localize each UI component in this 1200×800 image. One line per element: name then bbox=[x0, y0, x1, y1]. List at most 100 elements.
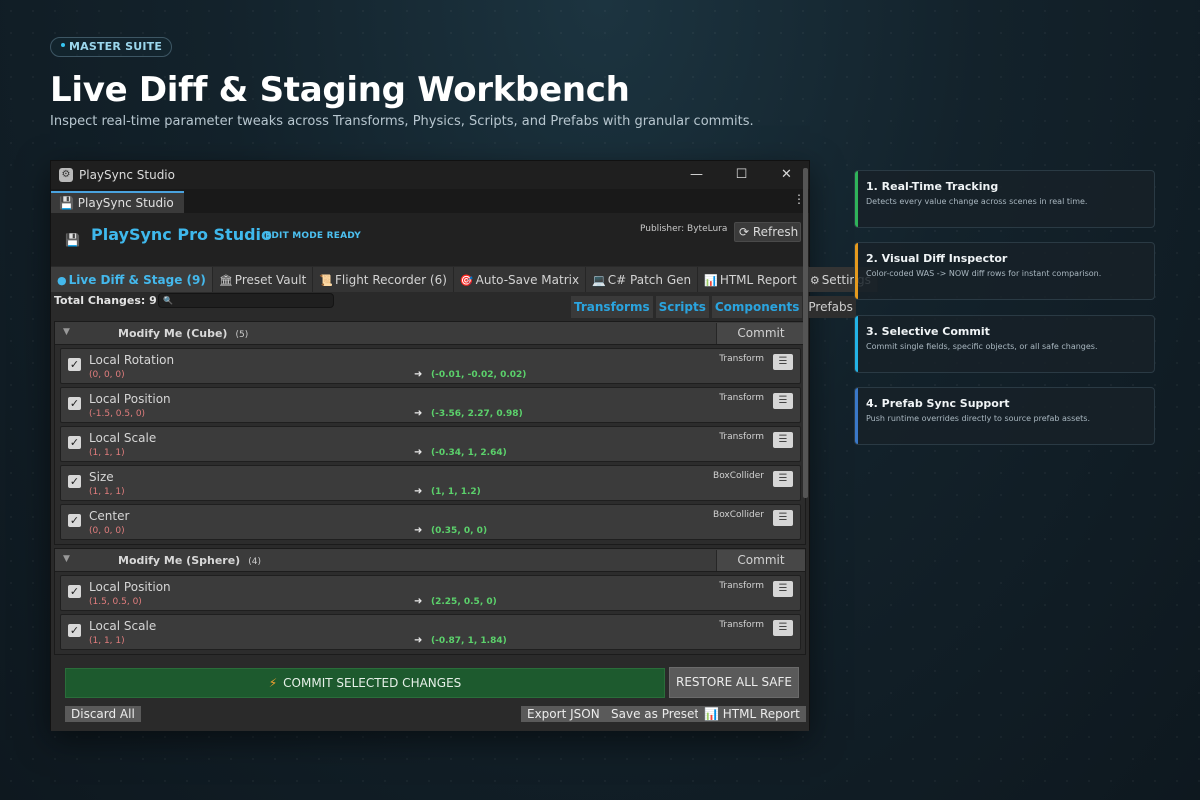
row-menu-icon[interactable]: ☰ bbox=[773, 432, 793, 448]
card-accent bbox=[855, 171, 858, 227]
card-description: Push runtime overrides directly to sourc… bbox=[866, 414, 1091, 423]
scrollbar[interactable] bbox=[803, 168, 808, 498]
group-header[interactable]: ▼ Modify Me (Cube) (5) Commit Object bbox=[55, 322, 805, 361]
feature-card: 1. Real-Time Tracking Detects every value… bbox=[854, 170, 1155, 228]
component-label: BoxCollider bbox=[713, 510, 764, 520]
tab-label: Flight Recorder (6) bbox=[335, 273, 447, 287]
tab-html-report[interactable]: 📊 HTML Report bbox=[698, 267, 804, 292]
disk-icon: 💾 bbox=[65, 233, 80, 247]
group-header[interactable]: ▼ Modify Me (Sphere) (4) Commit Object bbox=[55, 549, 805, 588]
filter-components[interactable]: Components bbox=[711, 296, 803, 318]
diff-row: ✓ Local Position (-1.5, 0.5, 0) ➜ (-3.56, 2.… bbox=[60, 387, 801, 423]
group-title: Modify Me (Sphere) bbox=[118, 554, 241, 567]
card-description: Commit single fields, specific objects, … bbox=[866, 342, 1098, 351]
field-name: Size bbox=[89, 470, 114, 484]
card-title: 2. Visual Diff Inspector bbox=[866, 252, 1008, 265]
refresh-button[interactable]: ⟳ Refresh bbox=[734, 222, 801, 242]
object-group: ▼ Modify Me (Cube) (5) Commit Object ✓ Local … bbox=[54, 321, 806, 545]
tab-c-patch-gen[interactable]: 💻 C# Patch Gen bbox=[586, 267, 699, 292]
now-value: (2.25, 0.5, 0) bbox=[431, 597, 497, 607]
tab-preset-vault[interactable]: 🏛 Preset Vault bbox=[212, 267, 314, 292]
document-tabstrip: 💾 PlaySync Studio ⋮ bbox=[51, 189, 809, 213]
filter-transforms[interactable]: Transforms bbox=[571, 296, 653, 318]
arrow-right-icon: ➜ bbox=[414, 525, 423, 536]
row-checkbox[interactable]: ✓ bbox=[68, 475, 81, 488]
card-title: 3. Selective Commit bbox=[866, 325, 990, 338]
arrow-right-icon: ➜ bbox=[414, 369, 423, 380]
commit-object-button[interactable]: Commit Object bbox=[716, 550, 805, 588]
field-name: Local Rotation bbox=[89, 353, 175, 367]
refresh-icon: ⟳ bbox=[739, 225, 753, 239]
arrow-right-icon: ➜ bbox=[414, 635, 423, 646]
row-checkbox[interactable]: ✓ bbox=[68, 514, 81, 527]
group-title: Modify Me (Cube) bbox=[118, 327, 228, 340]
row-checkbox[interactable]: ✓ bbox=[68, 624, 81, 637]
tab-auto-save-matrix[interactable]: 🎯 Auto-Save Matrix bbox=[453, 267, 587, 292]
row-checkbox[interactable]: ✓ bbox=[68, 358, 81, 371]
row-checkbox[interactable]: ✓ bbox=[68, 436, 81, 449]
tab-label: Live Diff & Stage (9) bbox=[68, 273, 206, 287]
document-tab-label: PlaySync Studio bbox=[77, 196, 174, 210]
app-window: ⚙ PlaySync Studio — ☐ ✕ 💾 PlaySync Studi… bbox=[50, 160, 878, 731]
row-menu-icon[interactable]: ☰ bbox=[773, 354, 793, 370]
search-input[interactable]: 🔍 bbox=[158, 293, 334, 308]
row-menu-icon[interactable]: ☰ bbox=[773, 471, 793, 487]
row-checkbox[interactable]: ✓ bbox=[68, 397, 81, 410]
row-menu-icon[interactable]: ☰ bbox=[773, 620, 793, 636]
publisher-label: Publisher: ByteLura bbox=[640, 224, 728, 234]
card-description: Detects every value change across scenes… bbox=[866, 197, 1088, 206]
document-tab[interactable]: 💾 PlaySync Studio bbox=[51, 191, 184, 213]
commit-selected-label: COMMIT SELECTED CHANGES bbox=[283, 676, 462, 690]
tab-label: Preset Vault bbox=[234, 273, 307, 287]
maximize-icon[interactable]: ☐ bbox=[719, 161, 764, 189]
card-description: Color-coded WAS -> NOW diff rows for ins… bbox=[866, 269, 1102, 278]
restore-all-button[interactable]: RESTORE ALL SAFE bbox=[669, 667, 799, 698]
group-name: Modify Me (Cube) (5) bbox=[118, 327, 248, 340]
tab-label: Auto-Save Matrix bbox=[475, 273, 580, 287]
tab-icon: ● bbox=[57, 274, 67, 287]
component-label: Transform bbox=[719, 581, 764, 591]
filter-prefabs[interactable]: Prefabs bbox=[805, 296, 856, 318]
minimize-icon[interactable]: — bbox=[674, 161, 719, 189]
now-value: (-0.34, 1, 2.64) bbox=[431, 448, 507, 458]
row-checkbox[interactable]: ✓ bbox=[68, 585, 81, 598]
now-value: (-3.56, 2.27, 0.98) bbox=[431, 409, 523, 419]
mode-status: EDIT MODE READY bbox=[265, 231, 361, 241]
chart-icon: 📊 bbox=[704, 707, 719, 721]
now-value: (0.35, 0, 0) bbox=[431, 526, 488, 536]
field-name: Local Position bbox=[89, 392, 171, 406]
commit-object-button[interactable]: Commit Object bbox=[716, 323, 805, 361]
html-report-button[interactable]: 📊 HTML Report bbox=[698, 706, 806, 722]
row-menu-icon[interactable]: ☰ bbox=[773, 510, 793, 526]
arrow-right-icon: ➜ bbox=[414, 486, 423, 497]
was-value: (1.5, 0.5, 0) bbox=[89, 597, 142, 607]
component-label: Transform bbox=[719, 620, 764, 630]
feature-card: 2. Visual Diff Inspector Color-coded WAS … bbox=[854, 242, 1155, 300]
bolt-icon: ⚡ bbox=[268, 676, 278, 690]
save-preset-button[interactable]: Save as Preset bbox=[605, 706, 706, 722]
row-menu-icon[interactable]: ☰ bbox=[773, 393, 793, 409]
component-label: Transform bbox=[719, 432, 764, 442]
discard-all-button[interactable]: Discard All bbox=[65, 706, 141, 722]
card-accent bbox=[855, 388, 858, 444]
window-titlebar[interactable]: ⚙ PlaySync Studio — ☐ ✕ bbox=[51, 161, 809, 189]
commit-selected-button[interactable]: ⚡ COMMIT SELECTED CHANGES bbox=[65, 668, 665, 698]
row-menu-icon[interactable]: ☰ bbox=[773, 581, 793, 597]
was-value: (0, 0, 0) bbox=[89, 526, 125, 536]
diff-row: ✓ Local Rotation (0, 0, 0) ➜ (-0.01, -0.02, … bbox=[60, 348, 801, 384]
tab-icon: 📊 bbox=[704, 274, 718, 287]
collapse-triangle-icon[interactable]: ▼ bbox=[63, 554, 70, 564]
tab-flight-recorder-6[interactable]: 📜 Flight Recorder (6) bbox=[313, 267, 454, 292]
now-value: (1, 1, 1.2) bbox=[431, 487, 481, 497]
filter-scripts[interactable]: Scripts bbox=[655, 296, 709, 318]
tab-live-diff-stage-9[interactable]: ● Live Diff & Stage (9) bbox=[51, 267, 213, 292]
total-changes: Total Changes: 9 bbox=[54, 294, 157, 307]
export-json-button[interactable]: Export JSON bbox=[521, 706, 606, 722]
page-title: Live Diff & Staging Workbench bbox=[50, 70, 630, 110]
collapse-triangle-icon[interactable]: ▼ bbox=[63, 327, 70, 337]
tab-label: C# Patch Gen bbox=[607, 273, 692, 287]
diff-row: ✓ Center (0, 0, 0) ➜ (0.35, 0, 0) BoxCollider… bbox=[60, 504, 801, 540]
diff-list[interactable]: ▼ Modify Me (Cube) (5) Commit Object ✓ Local … bbox=[54, 318, 806, 661]
app-logo-icon: ⚙ bbox=[59, 168, 73, 182]
field-name: Local Scale bbox=[89, 619, 157, 633]
